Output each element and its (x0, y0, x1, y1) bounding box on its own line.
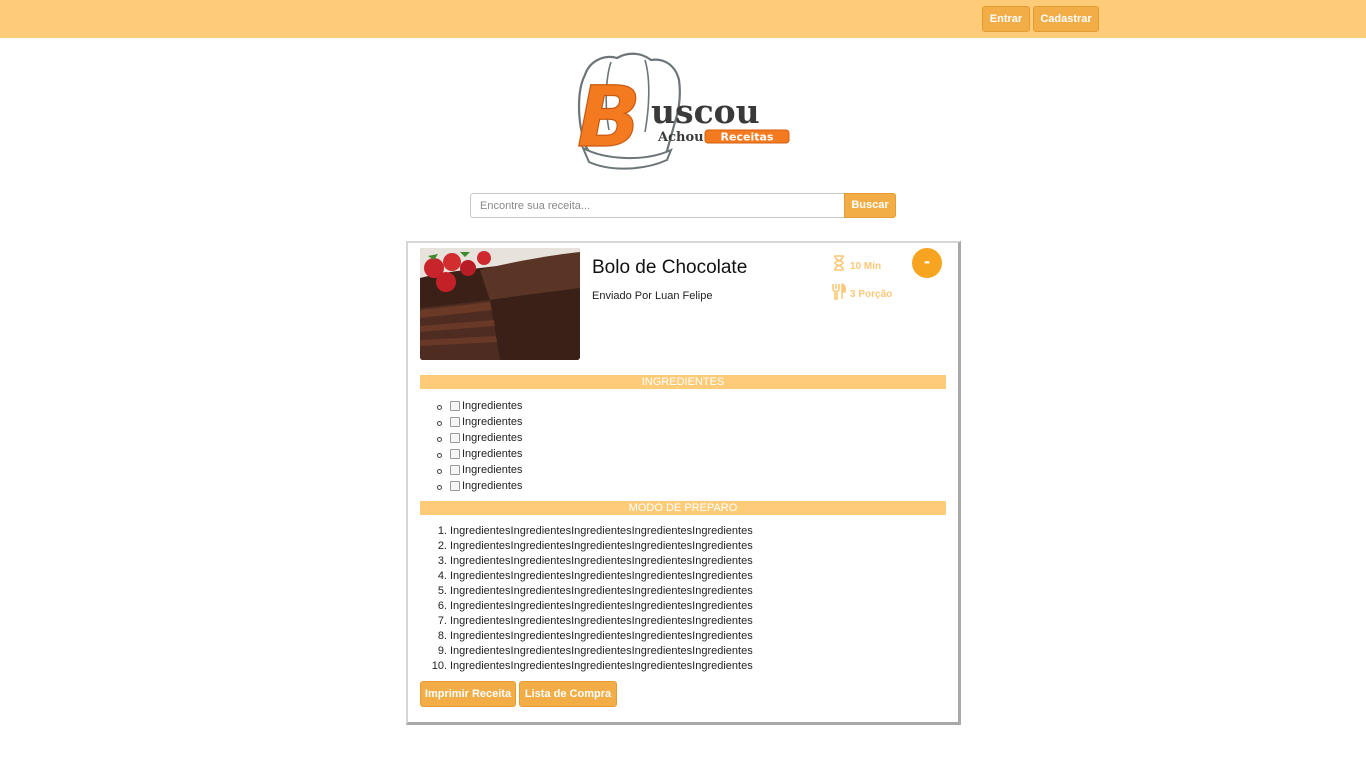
logo-badge-text: Receitas (721, 131, 774, 144)
logo-subtitle-text: Achou (657, 130, 704, 145)
step-text: IngredientesIngredientesIngredientesIngr… (450, 540, 753, 552)
ingredient-checkbox[interactable] (450, 481, 460, 491)
step-text: IngredientesIngredientesIngredientesIngr… (450, 645, 753, 657)
ingredient-item: Ingredientes (420, 414, 920, 430)
step-text: IngredientesIngredientesIngredientesIngr… (450, 615, 753, 627)
ingredient-label: Ingredientes (462, 432, 523, 444)
step-text: IngredientesIngredientesIngredientesIngr… (450, 585, 753, 597)
bullet-icon (437, 405, 442, 410)
signup-button[interactable]: Cadastrar (1033, 6, 1099, 32)
logo-b-letter: B (577, 68, 641, 166)
collapse-button[interactable]: - (912, 248, 942, 278)
site-logo[interactable]: B uscou Achou Receitas (575, 50, 797, 175)
steps-heading: MODO DE PREPARO (420, 501, 946, 515)
step-number: 3. (437, 555, 447, 567)
recipe-photo (420, 248, 580, 360)
step-number: 7. (437, 615, 447, 627)
ingredient-checkbox[interactable] (450, 465, 460, 475)
step-item: 7. IngredientesIngredientesIngredientesIn… (420, 614, 920, 629)
step-text: IngredientesIngredientesIngredientesIngr… (450, 570, 753, 582)
recipe-title: Bolo de Chocolate (592, 257, 748, 278)
recipe-author: Enviado Por Luan Felipe (592, 290, 713, 302)
hourglass-icon (834, 255, 844, 271)
ingredient-checkbox[interactable] (450, 433, 460, 443)
step-number: 8. (437, 630, 447, 642)
step-item: 1. IngredientesIngredientesIngredientesIn… (420, 524, 920, 539)
ingredient-label: Ingredientes (462, 416, 523, 428)
step-item: 3. IngredientesIngredientesIngredientesIn… (420, 554, 920, 569)
step-number: 4. (437, 570, 447, 582)
step-text: IngredientesIngredientesIngredientesIngr… (450, 630, 753, 642)
step-number: 10. (431, 660, 447, 672)
prep-time: 10 Min (850, 261, 882, 272)
step-text: IngredientesIngredientesIngredientesIngr… (450, 600, 753, 612)
bullet-icon (437, 437, 442, 442)
search-button[interactable]: Buscar (844, 193, 896, 218)
servings: 3 Porção (850, 289, 893, 300)
login-button[interactable]: Entrar (982, 6, 1030, 32)
step-item: 2. IngredientesIngredientesIngredientesIn… (420, 539, 920, 554)
ingredient-checkbox[interactable] (450, 417, 460, 427)
ingredient-item: Ingredientes (420, 462, 920, 478)
step-item: 10. IngredientesIngredientesIngredientesI… (420, 659, 920, 674)
print-recipe-button[interactable]: Imprimir Receita (420, 681, 516, 707)
ingredient-label: Ingredientes (462, 480, 523, 492)
step-number: 6. (437, 600, 447, 612)
top-navbar (0, 0, 1366, 38)
step-number: 9. (437, 645, 447, 657)
logo-title-text: uscou (651, 92, 760, 131)
shopping-list-button[interactable]: Lista de Compra (519, 681, 617, 707)
step-item: 9. IngredientesIngredientesIngredientesIn… (420, 644, 920, 659)
ingredient-label: Ingredientes (462, 448, 523, 460)
step-number: 2. (437, 540, 447, 552)
search-input[interactable] (470, 193, 845, 218)
ingredient-item: Ingredientes (420, 446, 920, 462)
step-item: 6. IngredientesIngredientesIngredientesIn… (420, 599, 920, 614)
ingredient-checkbox[interactable] (450, 401, 460, 411)
bullet-icon (437, 469, 442, 474)
ingredient-item: Ingredientes (420, 398, 920, 414)
step-text: IngredientesIngredientesIngredientesIngr… (450, 555, 753, 567)
ingredients-heading: INGREDIENTES (420, 375, 946, 389)
ingredient-checkbox[interactable] (450, 449, 460, 459)
step-text: IngredientesIngredientesIngredientesIngr… (450, 660, 753, 672)
step-number: 1. (437, 525, 447, 537)
step-text: IngredientesIngredientesIngredientesIngr… (450, 525, 753, 537)
step-item: 8. IngredientesIngredientesIngredientesIn… (420, 629, 920, 644)
steps-list: 1. IngredientesIngredientesIngredientesIn… (420, 524, 920, 674)
fork-knife-icon (832, 283, 847, 300)
step-number: 5. (437, 585, 447, 597)
bullet-icon (437, 453, 442, 458)
ingredient-item: Ingredientes (420, 478, 920, 494)
step-item: 4. IngredientesIngredientesIngredientesIn… (420, 569, 920, 584)
ingredient-label: Ingredientes (462, 400, 523, 412)
bullet-icon (437, 485, 442, 490)
step-item: 5. IngredientesIngredientesIngredientesIn… (420, 584, 920, 599)
ingredients-list: Ingredientes Ingredientes Ingredientes I… (420, 398, 920, 494)
ingredient-item: Ingredientes (420, 430, 920, 446)
ingredient-label: Ingredientes (462, 464, 523, 476)
bullet-icon (437, 421, 442, 426)
